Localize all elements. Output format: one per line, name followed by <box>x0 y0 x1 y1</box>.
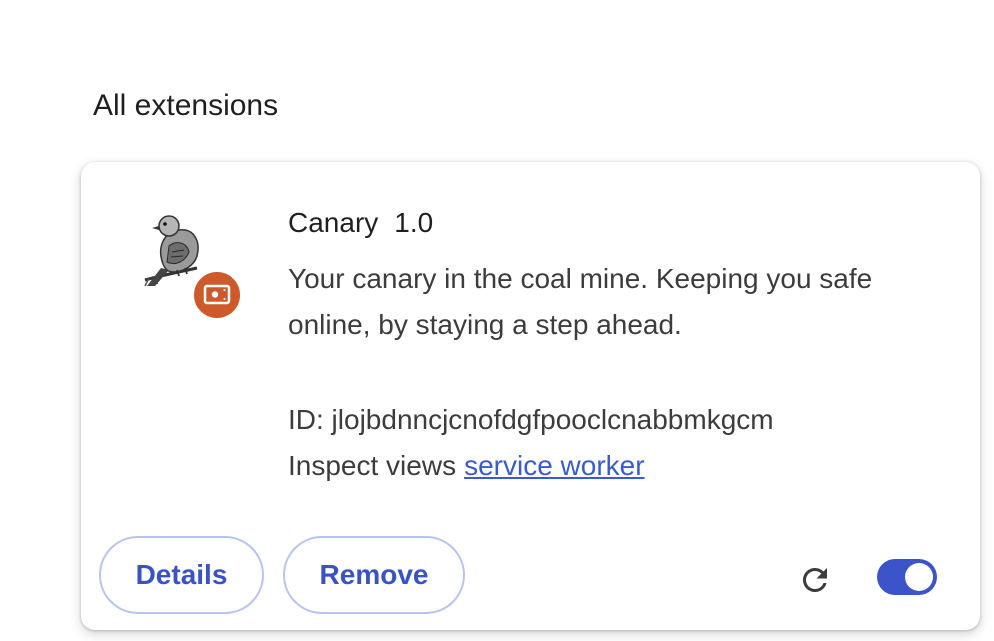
remove-button[interactable]: Remove <box>283 536 465 614</box>
inspect-views-row: Inspect views service worker <box>288 446 645 486</box>
extension-version: 1.0 <box>394 207 434 238</box>
enable-toggle[interactable] <box>877 559 937 595</box>
extension-id: ID: jlojbdnncjcnofdgfpooclcnabbmkgcm <box>288 404 774 435</box>
disk-badge-icon <box>192 270 242 320</box>
extension-card: Canary 1.0 Your canary in the coal mine. … <box>81 162 980 630</box>
section-title: All extensions <box>93 89 279 122</box>
extension-name: Canary <box>288 207 379 238</box>
service-worker-link[interactable]: service worker <box>464 450 644 481</box>
inspect-views-label: Inspect views <box>288 450 457 481</box>
reload-icon[interactable] <box>793 558 837 602</box>
toggle-knob <box>905 563 933 591</box>
details-button[interactable]: Details <box>99 536 264 614</box>
extension-description: Your canary in the coal mine. Keeping yo… <box>288 263 873 340</box>
canary-bird-icon <box>139 206 247 320</box>
extension-name-row: Canary 1.0 <box>288 205 433 241</box>
